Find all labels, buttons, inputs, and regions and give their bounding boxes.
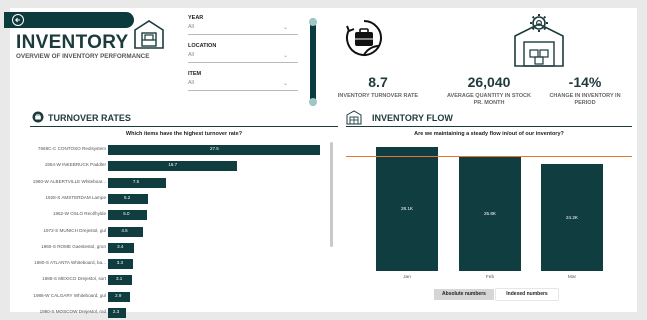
chevron-down-icon: ⌄ [282, 81, 288, 87]
turnover-bar-value: 4.5 [121, 227, 128, 233]
slider-top-handle[interactable] [309, 18, 317, 26]
kpi-value: 26,040 [467, 74, 511, 90]
flow-average-line [346, 156, 632, 158]
kpi-average-quantity: 26,040 AVERAGE QUANTITY IN STOCK PR. MON… [444, 74, 534, 107]
toggle-indexed-numbers[interactable]: Indexed numbers [496, 289, 558, 300]
kpi-caption: CHANGE IN INVENTORY IN PERIOD [549, 93, 621, 106]
back-button[interactable] [4, 12, 134, 28]
turnover-bar-value: 3.1 [115, 276, 123, 282]
flow-bar-value: 25.8K [483, 211, 496, 217]
flow-bar-value: 28.1K [400, 205, 413, 211]
turnover-bar-value: 5.2 [124, 194, 131, 200]
turnover-item-label: 1988-S MEXICO Drejestol, sort [42, 276, 106, 282]
flow-bar-value: 24.2K [565, 214, 578, 220]
filter-item-select[interactable]: All ⌄ [188, 80, 298, 91]
kpi-inventory-change: -14% CHANGE IN INVENTORY IN PERIOD [540, 74, 630, 107]
briefcase-cycle-icon [346, 20, 382, 56]
slider-bottom-handle[interactable] [309, 98, 317, 106]
filter-year: YEAR All ⌄ [188, 15, 298, 35]
kpi-value: 8.7 [368, 74, 388, 90]
warehouse-gear-icon [514, 14, 564, 67]
flow-section-icon [346, 110, 362, 125]
turnover-item-label: 1954-W INKEBRUCK Paddler [44, 162, 106, 168]
filter-year-label: YEAR [188, 15, 204, 21]
filter-location: LOCATION All ⌄ [188, 43, 298, 63]
turnover-item-label: 1988-W CALGARY Whiteboard, gul [33, 292, 106, 298]
turnover-section-icon [32, 111, 44, 123]
turnover-item-label: 1960-S ROME Gaestestol, gron [41, 243, 106, 249]
page-subtitle: OVERVIEW OF INVENTORY PERFORMANCE [16, 53, 150, 60]
turnover-bar-value: 7.5 [132, 178, 140, 184]
warehouse-box-icon [134, 20, 164, 49]
turnover-question: Which items have the highest turnover ra… [125, 131, 243, 137]
kpi-turnover-rate: 8.7 INVENTORY TURNOVER RATE [328, 74, 428, 100]
turnover-section-title: TURNOVER RATES [48, 113, 131, 123]
filter-item-value: All [188, 80, 194, 86]
filter-location-select[interactable]: All ⌄ [188, 52, 298, 63]
filter-year-value: All [188, 24, 194, 30]
turnover-bar-value: 3.3 [116, 260, 123, 266]
filter-item: ITEM All ⌄ [188, 71, 298, 91]
kpi-caption: INVENTORY TURNOVER RATE [337, 93, 419, 99]
turnover-divider [30, 126, 338, 127]
turnover-list-scrollbar[interactable] [330, 142, 333, 247]
kpi-caption: AVERAGE QUANTITY IN STOCK PR. MONTH [446, 93, 532, 106]
filter-item-label: ITEM [188, 71, 202, 77]
dashboard-canvas: INVENTORY OVERVIEW OF INVENTORY PERFORMA… [4, 8, 637, 318]
turnover-bar-value: 16.7 [168, 162, 178, 168]
chevron-down-icon: ⌄ [282, 53, 288, 59]
filter-year-select[interactable]: All ⌄ [188, 24, 298, 35]
turnover-item-label: 1960-W ALBERTVILLE Whiteboar... [32, 178, 106, 184]
filter-panel-slider[interactable] [309, 18, 317, 106]
turnover-bar-value: 2.9 [115, 292, 122, 298]
flow-x-label: Mar [567, 275, 577, 280]
back-arrow-icon [12, 14, 24, 26]
flow-divider [346, 126, 632, 127]
toggle-absolute-numbers[interactable]: Absolute numbers [434, 289, 494, 300]
turnover-item-label: 1980-S MOSCOW Drejestol, rod [39, 309, 106, 314]
flow-x-label: Feb [485, 275, 495, 280]
flow-x-label: Jan [403, 275, 411, 280]
turnover-bar-value: 3.4 [117, 243, 124, 249]
page-title: INVENTORY [16, 32, 129, 53]
kpi-value: -14% [568, 74, 602, 90]
turnover-bar-value: 5.0 [123, 211, 130, 217]
flow-question: Are we maintaining a steady flow in/out … [414, 131, 564, 137]
turnover-bar-value: 27.5 [210, 146, 219, 151]
turnover-bar-value: 2.3 [112, 309, 120, 314]
turnover-item-label: 1952-W OSLO Reol/hylde [52, 211, 106, 217]
filter-location-value: All [188, 52, 194, 58]
turnover-item-label: 1928-S AMSTERDAM Lampe [45, 194, 106, 200]
flow-section-title: INVENTORY FLOW [372, 113, 453, 123]
turnover-item-label: 1980-S ATLANTA Whiteboard, ba... [34, 260, 106, 266]
turnover-item-label: 7668C-C CONTOSO Reolsystem [37, 146, 106, 151]
filter-location-label: LOCATION [188, 43, 217, 49]
chevron-down-icon: ⌄ [282, 25, 288, 31]
turnover-item-label: 1972-S MUNICH Drejestol, gul [43, 227, 106, 233]
